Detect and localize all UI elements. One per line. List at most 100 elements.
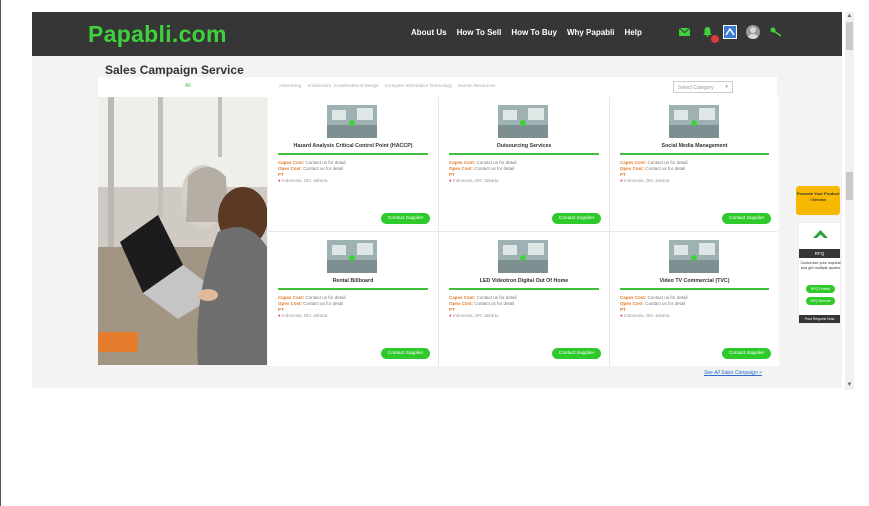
product-card[interactable]: Rental Billboard Capex Cost: Contact us … [268, 232, 438, 366]
divider [449, 153, 599, 155]
rfq-service-button[interactable]: RFQ Service [806, 297, 835, 305]
product-thumbnail [498, 105, 548, 138]
category-architecture[interactable]: Architecture, Construction & Design [307, 83, 378, 88]
product-info: Capex Cost: Contact us for detail Opex C… [278, 160, 346, 184]
scroll-thumb-secondary[interactable] [846, 172, 853, 200]
product-info: Capex Cost: Contact us for detail Opex C… [449, 160, 517, 184]
promote-product-button[interactable]: Promote Your Product / Service [796, 186, 840, 215]
product-title[interactable]: Video TV Commercial (TVC) [610, 278, 779, 284]
contact-supplier-button[interactable]: Contact Supplier [552, 213, 601, 224]
capex-label: Capex Cost: [449, 295, 476, 300]
location-pin-icon: ● [278, 178, 281, 183]
opex-value: Contact us for detail [474, 166, 515, 171]
opex-label: Opex Cost: [278, 301, 303, 306]
nav-about-us[interactable]: About Us [411, 28, 447, 37]
divider [278, 288, 428, 290]
category-advertising[interactable]: Advertising [279, 83, 301, 88]
product-card[interactable]: Outsourcing Services Capex Cost: Contact… [439, 97, 609, 231]
site-logo[interactable]: Papabli.com [88, 21, 227, 48]
opex-value: Contact us for detail [474, 301, 515, 306]
category-computer-it[interactable]: Computer Information Technology [385, 83, 452, 88]
notification-badge [711, 35, 719, 43]
product-title[interactable]: Rental Billboard [268, 278, 438, 284]
product-info: Capex Cost: Contact us for detail Opex C… [449, 295, 517, 319]
opex-label: Opex Cost: [449, 301, 474, 306]
nav-how-to-sell[interactable]: How To Sell [457, 28, 502, 37]
rfq-description: Customize your request and get multiple … [800, 261, 841, 270]
mail-icon[interactable] [677, 25, 691, 39]
contact-supplier-button[interactable]: Contact Supplier [722, 213, 771, 224]
capex-value: Contact us for detail [476, 160, 517, 165]
scroll-up-arrow-icon[interactable]: ▲ [845, 12, 854, 21]
capex-value: Contact us for detail [305, 295, 346, 300]
hero-image [98, 97, 267, 365]
product-location: Indonesia, DKI Jakarta [281, 178, 328, 183]
product-title[interactable]: Hazard Analysis Critical Control Point (… [268, 143, 438, 149]
product-thumbnail [498, 240, 548, 273]
opex-value: Contact us for detail [303, 166, 344, 171]
capex-label: Capex Cost: [278, 160, 305, 165]
product-info: Capex Cost: Contact us for detail Opex C… [620, 160, 688, 184]
chevron-down-icon: ▾ [725, 84, 728, 90]
capex-value: Contact us for detail [476, 295, 517, 300]
rfq-label: RFQ [799, 249, 840, 258]
product-title[interactable]: Outsourcing Services [439, 143, 609, 149]
product-title[interactable]: Social Media Management [610, 143, 779, 149]
key-icon[interactable] [769, 25, 783, 39]
capex-label: Capex Cost: [278, 295, 305, 300]
product-title[interactable]: LED Videotron Digital Out Of Home [439, 278, 609, 284]
product-thumbnail [669, 240, 719, 273]
product-thumbnail [669, 105, 719, 138]
location-pin-icon: ● [620, 313, 623, 318]
post-request-button[interactable]: Post Request Now [799, 315, 840, 323]
product-card[interactable]: Hazard Analysis Critical Control Point (… [268, 97, 438, 231]
nav-how-to-buy[interactable]: How To Buy [511, 28, 557, 37]
app-icon[interactable] [723, 25, 737, 39]
nav-why-papabli[interactable]: Why Papabli [567, 28, 615, 37]
product-card[interactable]: Video TV Commercial (TVC) Capex Cost: Co… [610, 232, 779, 366]
opex-value: Contact us for detail [303, 301, 344, 306]
page-scrollbar[interactable]: ▲ ▼ [845, 12, 854, 390]
divider [620, 153, 769, 155]
product-card[interactable]: Social Media Management Capex Cost: Cont… [610, 97, 779, 231]
product-location: Indonesia, DKI Jakarta [452, 313, 499, 318]
capex-label: Capex Cost: [620, 160, 647, 165]
divider [278, 153, 428, 155]
location-pin-icon: ● [449, 313, 452, 318]
divider [449, 288, 599, 290]
rfq-posted-button[interactable]: RFQ Posted [806, 285, 835, 293]
product-location: Indonesia, DKI Jakarta [281, 313, 328, 318]
header-icons [677, 25, 783, 43]
nav-help[interactable]: Help [625, 28, 642, 37]
product-location: Indonesia, DKI Jakarta [623, 313, 670, 318]
contact-supplier-button[interactable]: Contact Supplier [381, 348, 430, 359]
category-human-resources[interactable]: Human Resources [458, 83, 495, 88]
product-thumbnail [327, 105, 377, 138]
contact-supplier-button[interactable]: Contact Supplier [381, 213, 430, 224]
opex-label: Opex Cost: [278, 166, 303, 171]
scroll-down-arrow-icon[interactable]: ▼ [845, 381, 854, 390]
scroll-thumb[interactable] [846, 22, 853, 50]
category-select[interactable]: Select Category ▾ [673, 81, 733, 93]
opex-label: Opex Cost: [620, 166, 645, 171]
contact-supplier-button[interactable]: Contact Supplier [722, 348, 771, 359]
opex-label: Opex Cost: [620, 301, 645, 306]
category-select-placeholder: Select Category [678, 85, 714, 91]
chevron-up-icon[interactable] [813, 229, 828, 247]
capex-label: Capex Cost: [620, 295, 647, 300]
bell-icon[interactable] [700, 25, 719, 43]
category-all-tab[interactable]: All [185, 83, 191, 89]
rfq-panel: RFQ Customize your request and get multi… [798, 222, 841, 324]
product-grid: Hazard Analysis Critical Control Point (… [268, 97, 779, 366]
capex-value: Contact us for detail [647, 160, 688, 165]
contact-supplier-button[interactable]: Contact Supplier [552, 348, 601, 359]
avatar[interactable] [746, 25, 760, 39]
product-location: Indonesia, DKI Jakarta [623, 178, 670, 183]
see-all-link[interactable]: See All Sales Campaign » [704, 370, 762, 376]
opex-label: Opex Cost: [449, 166, 474, 171]
divider [620, 288, 769, 290]
product-info: Capex Cost: Contact us for detail Opex C… [278, 295, 346, 319]
product-thumbnail [327, 240, 377, 273]
product-location: Indonesia, DKI Jakarta [452, 178, 499, 183]
product-card[interactable]: LED Videotron Digital Out Of Home Capex … [439, 232, 609, 366]
